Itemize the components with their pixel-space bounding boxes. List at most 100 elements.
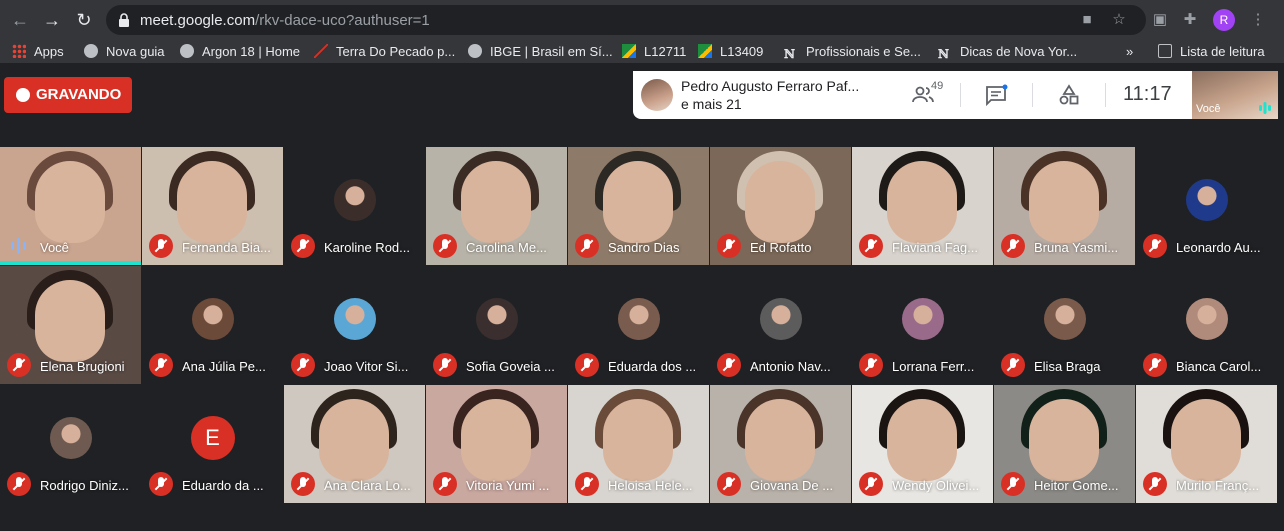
meeting-clock: 11:17 (1123, 83, 1172, 105)
avatar (49, 417, 92, 460)
reading-list[interactable]: Lista de leitura (1158, 43, 1265, 61)
forward-icon[interactable]: → (40, 8, 64, 32)
participant-tile[interactable]: Heloisa Hele... (568, 385, 709, 503)
participant-tile[interactable]: Vitoria Yumi ... (426, 385, 567, 503)
participant-tile[interactable]: Ed Rofatto (710, 147, 851, 265)
participant-name: Heloisa Hele... (608, 478, 693, 493)
participant-tile[interactable]: Ana Clara Lo... (284, 385, 425, 503)
video-feed (1171, 399, 1241, 481)
participant-tile[interactable]: E Eduardo da ... (142, 385, 283, 503)
video-feed (887, 399, 957, 481)
participant-tile[interactable]: Bruna Yasmi... (994, 147, 1135, 265)
participant-tile[interactable]: Flaviana Fag... (852, 147, 993, 265)
bookmark-argon[interactable]: Argon 18 | Home (180, 43, 300, 61)
participant-tile[interactable]: Elena Brugioni (0, 266, 141, 384)
divider (960, 83, 961, 107)
speaking-icon (11, 238, 27, 254)
participant-tile[interactable]: Karoline Rod... (284, 147, 425, 265)
video-feed (461, 399, 531, 481)
recording-indicator[interactable]: GRAVANDO (4, 77, 132, 113)
video-feed (461, 161, 531, 243)
ny-logo-icon: ℕ (784, 47, 795, 61)
chat-icon[interactable] (984, 83, 1008, 107)
participant-tile[interactable]: Você (0, 147, 141, 265)
lock-icon (119, 13, 129, 27)
puzzle-icon[interactable]: ✚ (1180, 10, 1200, 30)
menu-icon[interactable]: ⋮ (1248, 10, 1268, 30)
participant-name: Bruna Yasmi... (1034, 240, 1119, 255)
mic-off-icon (291, 472, 315, 496)
mic-off-icon (7, 353, 31, 377)
participant-name: Lorrana Ferr... (892, 359, 975, 374)
presenter-chip[interactable]: Pedro Augusto Ferraro Paf... e mais 21 (633, 71, 887, 119)
record-dot-icon (16, 88, 30, 102)
mic-off-icon (291, 234, 315, 258)
participant-tile[interactable]: Leonardo Au... (1136, 147, 1277, 265)
back-icon[interactable]: ← (8, 8, 32, 32)
self-view-thumbnail[interactable]: Você (1192, 71, 1278, 119)
address-bar[interactable]: meet.google.com/rkv-dace-uco?authuser=1 … (106, 5, 1146, 35)
participant-tile[interactable]: Sofia Goveia ... (426, 266, 567, 384)
participant-name: Heitor Gome... (1034, 478, 1119, 493)
participant-tile[interactable]: Ana Júlia Pe... (142, 266, 283, 384)
participant-name: Karoline Rod... (324, 240, 410, 255)
bookmark-ibge[interactable]: IBGE | Brasil em Sí... (468, 43, 613, 61)
meeting-info-bar: 49 11:17 (887, 71, 1192, 119)
participant-tile[interactable]: Fernanda Bia... (142, 147, 283, 265)
mic-off-icon (1143, 234, 1167, 258)
avatar (901, 298, 944, 341)
participant-tile[interactable]: Sandro Dias (568, 147, 709, 265)
mic-off-icon (291, 353, 315, 377)
participant-tile[interactable]: Murilo Franç... (1136, 385, 1277, 503)
bookmark-profissionais[interactable]: ℕ Profissionais e Se... (784, 43, 921, 61)
avatar (617, 298, 660, 341)
participant-tile[interactable]: Joao Vitor Si... (284, 266, 425, 384)
participant-name: Rodrigo Diniz... (40, 478, 129, 493)
video-feed (1029, 161, 1099, 243)
participant-name: Murilo Franç... (1176, 478, 1260, 493)
avatar (1043, 298, 1086, 341)
bookmarks-overflow[interactable]: » (1126, 43, 1133, 61)
participant-tile[interactable]: Bianca Carol... (1136, 266, 1277, 384)
divider (1105, 83, 1106, 107)
reading-list-icon (1158, 44, 1172, 58)
participant-tile[interactable]: Wendy Olivei... (852, 385, 993, 503)
bookmark-l13409[interactable]: L13409 (698, 43, 763, 61)
self-view-label: Você (1196, 103, 1221, 115)
profile-avatar[interactable]: R (1213, 9, 1235, 31)
participant-tile[interactable]: Heitor Gome... (994, 385, 1135, 503)
browser-toolbar: ← → ↻ meet.google.com/rkv-dace-uco?authu… (0, 0, 1284, 40)
participant-tile[interactable]: Eduarda dos ... (568, 266, 709, 384)
bookmark-nova-guia[interactable]: Nova guia (84, 43, 165, 61)
star-icon[interactable]: ☆ (1110, 11, 1128, 29)
participant-tile[interactable]: Rodrigo Diniz... (0, 385, 141, 503)
bookmark-apps[interactable]: Apps (12, 43, 64, 61)
activities-icon[interactable] (1057, 83, 1081, 107)
participant-name: Vitoria Yumi ... (466, 478, 550, 493)
bookmark-terra[interactable]: Terra Do Pecado p... (314, 43, 455, 61)
reload-icon[interactable]: ↻ (72, 8, 96, 32)
video-feed (319, 399, 389, 481)
extension-icon[interactable]: ▣ (1150, 10, 1170, 30)
mic-off-icon (717, 472, 741, 496)
speaking-icon (1259, 102, 1271, 114)
bookmark-l12711[interactable]: L12711 (622, 43, 686, 61)
participant-tile[interactable]: Lorrana Ferr... (852, 266, 993, 384)
apps-grid-icon (12, 44, 26, 58)
participant-tile[interactable]: Giovana De ... (710, 385, 851, 503)
avatar (333, 179, 376, 222)
globe-icon (468, 44, 482, 58)
camera-icon[interactable]: ■ (1078, 11, 1096, 29)
participant-tile[interactable]: Elisa Braga (994, 266, 1135, 384)
avatar (333, 298, 376, 341)
mic-off-icon (433, 472, 457, 496)
participant-name: Eduarda dos ... (608, 359, 697, 374)
bookmark-dicas[interactable]: ℕ Dicas de Nova Yor... (938, 43, 1077, 61)
mic-off-icon (1001, 234, 1025, 258)
mic-off-icon (717, 234, 741, 258)
video-feed (603, 161, 673, 243)
participant-tile[interactable]: Carolina Me... (426, 147, 567, 265)
active-speaker-bar (0, 261, 141, 265)
bookmarks-bar: Apps Nova guia Argon 18 | Home Terra Do … (0, 40, 1284, 64)
participant-tile[interactable]: Antonio Nav... (710, 266, 851, 384)
